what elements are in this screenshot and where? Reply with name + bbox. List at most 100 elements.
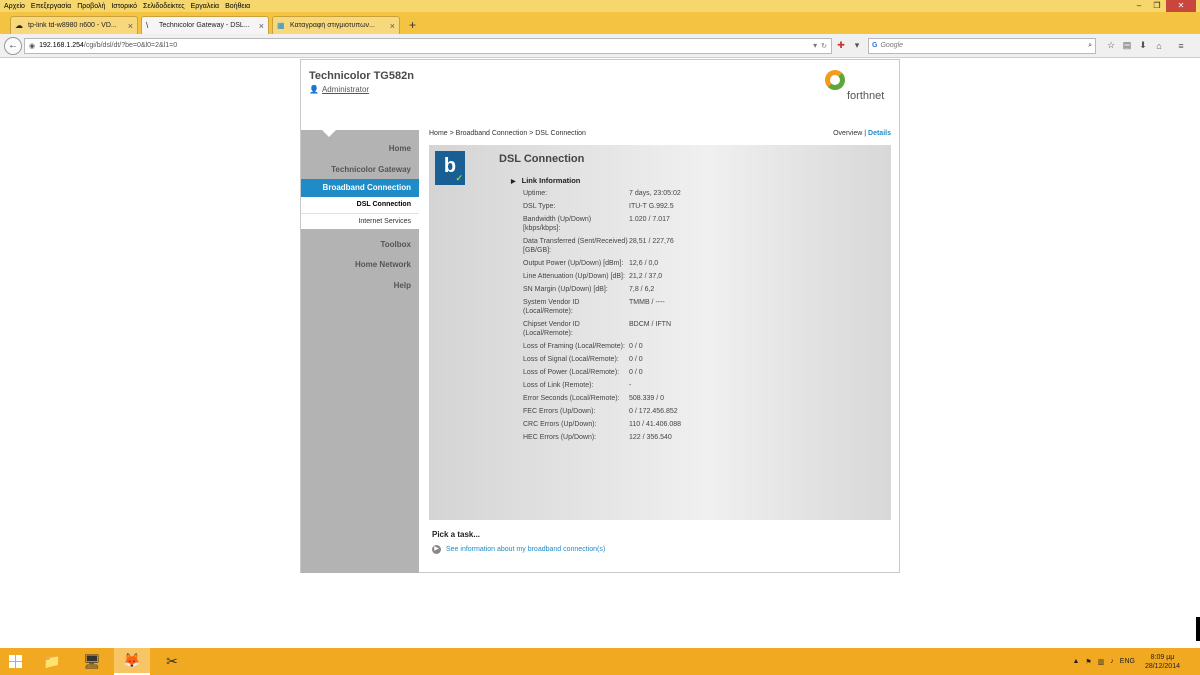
sidebar-item-toolbox[interactable]: Toolbox: [380, 240, 411, 249]
tab-tplink[interactable]: ☁ tp-link td-w8980 n600 - VD... ×: [10, 16, 138, 34]
network-icon[interactable]: ▥: [1098, 658, 1105, 666]
info-key: Line Attenuation (Up/Down) [dB]:: [523, 273, 625, 280]
sidebar-item-home-network[interactable]: Home Network: [355, 260, 411, 269]
home-icon[interactable]: ⌂: [1152, 41, 1166, 51]
back-button[interactable]: ←: [4, 36, 22, 55]
sidebar-item-home[interactable]: Home: [389, 144, 411, 153]
details-link[interactable]: Details: [868, 130, 891, 137]
addon-icon[interactable]: ✚: [834, 40, 848, 51]
info-value: 122 / 356.540: [629, 434, 672, 441]
language-indicator[interactable]: ENG: [1120, 658, 1135, 665]
tab-close-icon[interactable]: ×: [259, 21, 264, 31]
system-tray: ▲ ⚑ ▥ ♪ ENG 8:09 μμ 28/12/2014: [1066, 653, 1200, 671]
sidebar-subitem-internet[interactable]: Internet Services: [301, 213, 419, 229]
info-value: 1.020 / 7.017: [629, 216, 670, 223]
info-row: System Vendor ID (Local/Remote): TMMB / -…: [523, 298, 883, 316]
edge-marker: [1196, 617, 1200, 641]
minimize-icon[interactable]: –: [1130, 0, 1148, 12]
tab-close-icon[interactable]: ×: [128, 21, 133, 31]
new-tab-button[interactable]: +: [403, 18, 422, 34]
chevron-down-icon[interactable]: ▾: [850, 40, 864, 51]
url-host: 192.168.1.254: [39, 42, 84, 49]
info-row: HEC Errors (Up/Down): 122 / 356.540: [523, 433, 883, 442]
google-icon: G: [872, 42, 878, 49]
firefox-icon[interactable]: 🦊: [114, 648, 150, 675]
info-value: 21,2 / 37,0: [629, 273, 663, 280]
cloud-icon: ☁: [15, 21, 23, 30]
menu-view[interactable]: Προβολή: [77, 3, 105, 10]
broadband-icon: b ✓: [435, 151, 465, 185]
overview-link[interactable]: Overview: [833, 130, 862, 137]
start-button[interactable]: [0, 648, 30, 675]
tab-close-icon[interactable]: ×: [390, 21, 395, 31]
info-key: Loss of Power (Local/Remote):: [523, 369, 620, 376]
info-row: FEC Errors (Up/Down): 0 / 172.456.852: [523, 407, 883, 416]
sidebar-item-help[interactable]: Help: [394, 281, 411, 290]
dsl-panel: b ✓ DSL Connection ▶ Link Information Upt…: [429, 145, 891, 520]
info-value: 0 / 0: [629, 356, 643, 363]
user-link[interactable]: 👤 Administrator: [309, 85, 369, 94]
info-value: 0 / 0: [629, 369, 643, 376]
window-controls: – ❐ ✕: [1130, 0, 1196, 12]
info-value: -: [629, 382, 632, 389]
info-row: DSL Type: ITU-T G.992.5: [523, 202, 883, 211]
menu-help[interactable]: Βοήθεια: [225, 3, 250, 10]
info-value: 110 / 41.406.088: [629, 421, 682, 428]
info-row: Loss of Framing (Local/Remote): 0 / 0: [523, 342, 883, 351]
search-input[interactable]: G Google ⌕: [868, 37, 1096, 54]
view-separator: |: [864, 130, 867, 137]
info-key: DSL Type:: [523, 203, 556, 210]
sidebar-item-gateway[interactable]: Technicolor Gateway: [331, 165, 411, 174]
section-title: Link Information: [521, 176, 581, 185]
star-icon[interactable]: ☆: [1104, 40, 1118, 51]
control-panel-icon[interactable]: 🖥: [74, 648, 110, 675]
menu-file[interactable]: Αρχείο: [4, 3, 25, 10]
reload-icon[interactable]: ↻: [821, 42, 827, 50]
download-icon[interactable]: ⬇: [1136, 40, 1150, 51]
taskbar: 📁 🖥 🦊 ✂ ▲ ⚑ ▥ ♪ ENG 8:09 μμ 28/12/2014: [0, 648, 1200, 675]
tab-bar: ☁ tp-link td-w8980 n600 - VD... × \ Tech…: [0, 12, 1200, 34]
sidebar-subitem-dsl[interactable]: DSL Connection: [301, 197, 419, 213]
flag-icon[interactable]: ⚑: [1085, 658, 1091, 666]
snipping-tool-icon[interactable]: ✂: [154, 648, 190, 675]
task-link[interactable]: ▶ See information about my broadband conn…: [432, 545, 605, 554]
url-path: /cgi/b/dsl/dt/?be=0&l0=2&l1=0: [83, 42, 178, 49]
tab-label: tp-link td-w8980 n600 - VD...: [28, 22, 117, 29]
url-bar[interactable]: ◉ 192.168.1.254 /cgi/b/dsl/dt/?be=0&l0=2…: [24, 37, 832, 54]
info-key: Data Transferred (Sent/Received) [GB/GB]…: [523, 238, 628, 254]
info-key: System Vendor ID (Local/Remote):: [523, 299, 580, 315]
section-header[interactable]: ▶ Link Information: [511, 176, 580, 185]
menu-tools[interactable]: Εργαλεία: [191, 3, 219, 10]
info-row: CRC Errors (Up/Down): 110 / 41.406.088: [523, 420, 883, 429]
info-value: 0 / 0: [629, 343, 643, 350]
menu-bookmarks[interactable]: Σελιδοδείκτες: [143, 3, 185, 10]
menu-history[interactable]: Ιστορικό: [111, 3, 137, 10]
info-row: Loss of Link (Remote): -: [523, 381, 883, 390]
sidebar-notch: [321, 129, 337, 137]
router-page: Technicolor TG582n 👤 Administrator forthn…: [300, 59, 900, 573]
search-placeholder: Google: [880, 42, 904, 49]
breadcrumb[interactable]: Home > Broadband Connection > DSL Connec…: [429, 130, 586, 137]
search-icon[interactable]: ⌕: [1088, 42, 1092, 50]
clock[interactable]: 8:09 μμ 28/12/2014: [1145, 653, 1180, 671]
info-value: BDCM / IFTN: [629, 321, 671, 328]
maximize-icon[interactable]: ❐: [1148, 0, 1166, 12]
library-icon[interactable]: ▤: [1120, 40, 1134, 51]
menu-icon[interactable]: ≡: [1174, 41, 1188, 51]
menu-edit[interactable]: Επεξεργασία: [31, 3, 71, 10]
tab-technicolor[interactable]: \ Technicolor Gateway - DSL... ×: [141, 16, 269, 34]
volume-icon[interactable]: ♪: [1110, 658, 1114, 665]
file-explorer-icon[interactable]: 📁: [34, 648, 70, 675]
info-key: Loss of Framing (Local/Remote):: [523, 343, 625, 350]
dropdown-icon[interactable]: ▾: [813, 41, 817, 50]
logo-circle-icon: [825, 70, 845, 90]
tab-screenshots[interactable]: ▦ Καταγραφή στιγμιότυπων... ×: [272, 16, 400, 34]
info-row: Loss of Signal (Local/Remote): 0 / 0: [523, 355, 883, 364]
panel-title: DSL Connection: [499, 153, 585, 165]
info-key: Bandwidth (Up/Down) [kbps/kbps]:: [523, 216, 592, 232]
view-switch: Overview | Details: [833, 130, 891, 137]
close-icon[interactable]: ✕: [1166, 0, 1196, 12]
sidebar-item-broadband[interactable]: Broadband Connection: [301, 179, 419, 197]
tray-up-icon[interactable]: ▲: [1072, 658, 1079, 665]
info-key: Loss of Link (Remote):: [523, 382, 594, 389]
